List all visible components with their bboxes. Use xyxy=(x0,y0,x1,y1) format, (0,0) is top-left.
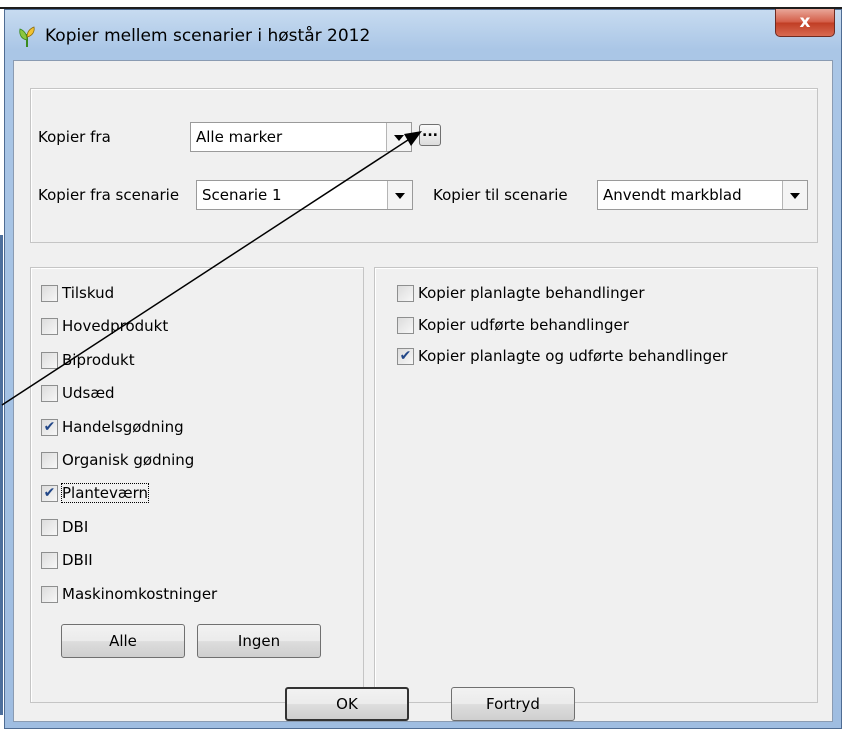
category-label: Hovedprodukt xyxy=(62,317,169,336)
category-checkbox[interactable]: ✔ xyxy=(41,418,58,436)
category-checkbox[interactable] xyxy=(41,285,58,302)
treatment-label: Kopier planlagte behandlinger xyxy=(418,284,645,302)
kopier-fra-dropdown[interactable]: Alle marker xyxy=(190,122,412,152)
dialog-window: Kopier mellem scenarier i høstår 2012 x … xyxy=(4,9,842,729)
close-button[interactable]: x xyxy=(775,9,835,37)
title-bar[interactable]: Kopier mellem scenarier i høstår 2012 x xyxy=(5,9,841,60)
treatment-label: Kopier planlagte og udførte behandlinger xyxy=(418,347,728,365)
dialog-client: Kopier fra Alle marker ... Kopier fra sc… xyxy=(13,60,833,722)
category-label: Organisk gødning xyxy=(62,451,195,469)
category-label: Maskinomkostninger xyxy=(62,584,218,603)
chevron-down-icon[interactable] xyxy=(387,181,412,209)
chevron-down-icon[interactable] xyxy=(386,123,411,151)
category-label: Tilskud xyxy=(62,284,115,302)
select-all-button[interactable]: Alle xyxy=(61,624,185,658)
category-checkbox[interactable] xyxy=(41,318,58,336)
kopier-fra-value: Alle marker xyxy=(196,128,283,146)
category-checkbox[interactable] xyxy=(41,385,58,403)
fra-scenarie-dropdown[interactable]: Scenarie 1 xyxy=(196,180,413,210)
treatment-checkbox[interactable] xyxy=(397,285,414,302)
screen-edge-left xyxy=(0,235,3,715)
til-scenarie-dropdown[interactable]: Anvendt markblad xyxy=(597,180,808,210)
category-checkbox[interactable] xyxy=(41,518,58,536)
treatment-checkbox[interactable] xyxy=(397,316,414,334)
kopier-fra-label: Kopier fra xyxy=(38,128,111,146)
select-none-button[interactable]: Ingen xyxy=(197,624,321,658)
category-label: Udsæd xyxy=(62,384,115,403)
close-icon: x xyxy=(799,12,811,32)
til-scenarie-label: Kopier til scenarie xyxy=(433,186,568,204)
ellipsis-icon: ... xyxy=(422,124,438,140)
til-scenarie-value: Anvendt markblad xyxy=(603,186,742,204)
treatment-checkbox[interactable]: ✔ xyxy=(397,348,414,365)
fra-scenarie-value: Scenarie 1 xyxy=(202,186,282,204)
category-checkbox[interactable] xyxy=(41,452,58,469)
category-label: Planteværn xyxy=(60,483,150,504)
category-label: DBI xyxy=(62,517,89,536)
category-checkbox[interactable]: ✔ xyxy=(41,485,58,503)
cancel-button[interactable]: Fortryd xyxy=(451,687,575,721)
treatment-label: Kopier udførte behandlinger xyxy=(418,315,629,334)
category-checkbox[interactable] xyxy=(41,351,58,369)
category-label: DBII xyxy=(62,551,93,570)
category-checkbox[interactable] xyxy=(41,585,58,603)
category-label: Handelsgødning xyxy=(62,417,184,436)
source-group xyxy=(30,88,818,243)
green-leaf-icon xyxy=(17,26,37,48)
chevron-down-icon[interactable] xyxy=(782,181,807,209)
fra-scenarie-label: Kopier fra scenarie xyxy=(38,186,180,204)
category-checkbox[interactable] xyxy=(41,552,58,570)
browse-fields-button[interactable]: ... xyxy=(419,124,441,146)
category-label: Biprodukt xyxy=(62,350,135,369)
ok-button[interactable]: OK xyxy=(285,687,409,721)
window-title: Kopier mellem scenarier i høstår 2012 xyxy=(45,26,371,46)
